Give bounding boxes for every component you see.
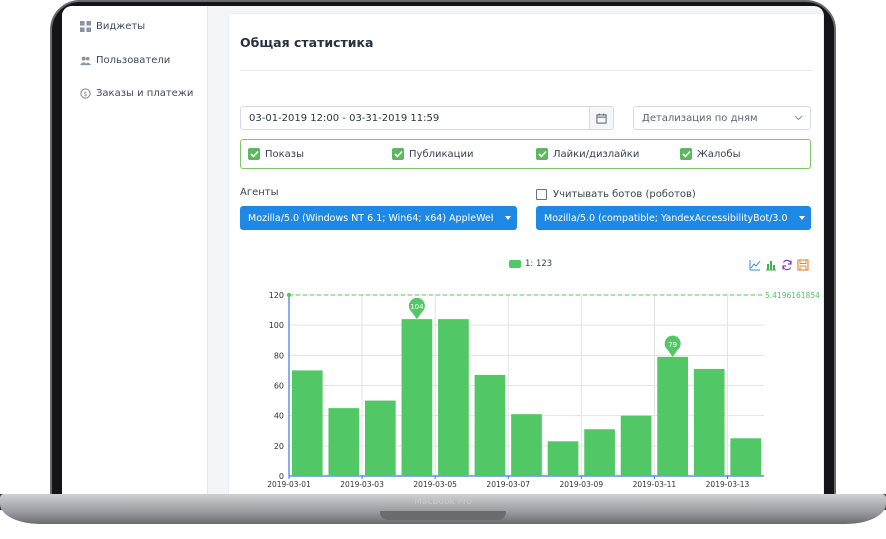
checkbox-views[interactable]: Показы bbox=[248, 148, 304, 160]
checkbox-complaints[interactable]: Жалобы bbox=[680, 148, 740, 160]
bot-dropdown-value: Mozilla/5.0 (compatible; YandexAccessibi… bbox=[544, 212, 787, 224]
y-tick-label: 120 bbox=[269, 291, 284, 300]
sidebar-item-users[interactable]: Пользователи bbox=[62, 50, 170, 70]
bar bbox=[291, 370, 323, 476]
checkbox-label: Лайки/дизлайки bbox=[553, 148, 640, 160]
check-icon bbox=[393, 150, 403, 158]
checkbox-label: Жалобы bbox=[697, 148, 741, 160]
brand-label: MacBook Pro bbox=[414, 497, 472, 507]
bar bbox=[730, 438, 762, 476]
x-tick-label: 2019-03-03 bbox=[340, 480, 384, 489]
detail-select[interactable]: Детализация по дням bbox=[633, 106, 811, 130]
laptop-notch bbox=[380, 511, 506, 520]
bot-dropdown[interactable]: Mozilla/5.0 (compatible; YandexAccessibi… bbox=[536, 206, 811, 230]
detail-select-value: Детализация по дням bbox=[642, 112, 758, 124]
sidebar-item-label: Пользователи bbox=[96, 54, 171, 66]
x-tick-label: 2019-03-09 bbox=[560, 480, 604, 489]
caret-down-icon bbox=[505, 216, 511, 220]
svg-text:$: $ bbox=[83, 89, 87, 97]
coin-icon: $ bbox=[80, 87, 91, 99]
mark-line-label: 5.4196161854 bbox=[765, 291, 820, 300]
agents-label: Агенты bbox=[240, 187, 279, 198]
bar-chart: 0204060801001202019-03-01 2019-03-03 2019-… bbox=[267, 291, 820, 489]
agent-dropdown-value: Mozilla/5.0 (Windows NT 6.1; Win64; x64)… bbox=[248, 212, 493, 224]
bar bbox=[401, 319, 433, 476]
checkbox-box[interactable] bbox=[392, 148, 404, 160]
date-range-value: 03-01-2019 12:00 - 03-31-2019 11:59 bbox=[249, 112, 440, 124]
check-icon bbox=[537, 150, 547, 158]
stats-card: Общая статистика 03-01-2019 12:00 - 03-3… bbox=[229, 14, 823, 494]
sidebar: Виджеты Пользователи $ Заказы и платежи bbox=[62, 6, 208, 494]
checkbox-box[interactable] bbox=[248, 148, 260, 160]
caret-down-icon bbox=[799, 216, 805, 220]
checkbox-box[interactable] bbox=[680, 148, 692, 160]
widgets-icon bbox=[80, 20, 91, 32]
y-tick-label: 80 bbox=[274, 351, 284, 360]
checkbox-publications[interactable]: Публикации bbox=[392, 148, 473, 160]
bar bbox=[620, 415, 652, 476]
y-tick-label: 40 bbox=[274, 412, 284, 421]
check-icon bbox=[681, 150, 691, 158]
metrics-checkbox-group: Показы Публикации Лайки/дизлайки Жалобы bbox=[240, 139, 811, 169]
bar bbox=[657, 356, 688, 476]
mark-point-label: 104 bbox=[410, 303, 424, 311]
mark-point-label: 79 bbox=[668, 341, 677, 349]
sidebar-item-orders[interactable]: $ Заказы и платежи bbox=[62, 83, 193, 103]
calendar-icon bbox=[596, 112, 607, 124]
bar bbox=[547, 441, 579, 476]
checkbox-likes[interactable]: Лайки/дизлайки bbox=[536, 148, 639, 160]
check-icon bbox=[249, 150, 259, 158]
checkbox-box[interactable] bbox=[536, 189, 547, 200]
stats-chart: 1: 123 0 20 40 60 80 100 120 2019-03-01 2019-03-… bbox=[229, 246, 823, 494]
x-tick-label: 2019-03-01 bbox=[267, 480, 311, 489]
divider bbox=[240, 70, 812, 71]
checkbox-box[interactable] bbox=[536, 148, 548, 160]
chevron-down-icon bbox=[794, 115, 803, 121]
x-tick-label: 2019-03-13 bbox=[706, 480, 750, 489]
page-title: Общая статистика bbox=[240, 35, 374, 50]
mark-line-start bbox=[286, 292, 292, 298]
y-tick-label: 60 bbox=[274, 382, 284, 391]
bar bbox=[328, 408, 360, 476]
bar bbox=[584, 429, 615, 476]
bar bbox=[438, 319, 469, 476]
bar bbox=[511, 414, 542, 476]
sidebar-item-label: Заказы и платежи bbox=[96, 87, 194, 99]
users-icon bbox=[80, 56, 91, 65]
y-tick-label: 100 bbox=[269, 321, 284, 330]
checkbox-label: Учитывать ботов (роботов) bbox=[553, 189, 696, 200]
sidebar-item-widgets[interactable]: Виджеты bbox=[62, 16, 145, 36]
bar bbox=[474, 374, 506, 476]
y-tick-label: 20 bbox=[274, 442, 284, 451]
bots-checkbox[interactable]: Учитывать ботов (роботов) bbox=[536, 189, 696, 200]
x-tick-label: 2019-03-11 bbox=[633, 480, 677, 489]
bar bbox=[365, 400, 396, 476]
x-tick-label: 2019-03-07 bbox=[486, 480, 530, 489]
agent-dropdown[interactable]: Mozilla/5.0 (Windows NT 6.1; Win64; x64)… bbox=[240, 206, 517, 230]
sidebar-item-label: Виджеты bbox=[96, 20, 146, 32]
calendar-button[interactable] bbox=[589, 107, 613, 129]
checkbox-label: Показы bbox=[265, 148, 305, 160]
bar bbox=[693, 368, 725, 476]
date-range-input[interactable]: 03-01-2019 12:00 - 03-31-2019 11:59 bbox=[240, 106, 614, 130]
checkbox-label: Публикации bbox=[409, 148, 474, 160]
screen: Виджеты Пользователи $ Заказы и платежи … bbox=[62, 6, 824, 494]
x-tick-label: 2019-03-05 bbox=[413, 480, 457, 489]
